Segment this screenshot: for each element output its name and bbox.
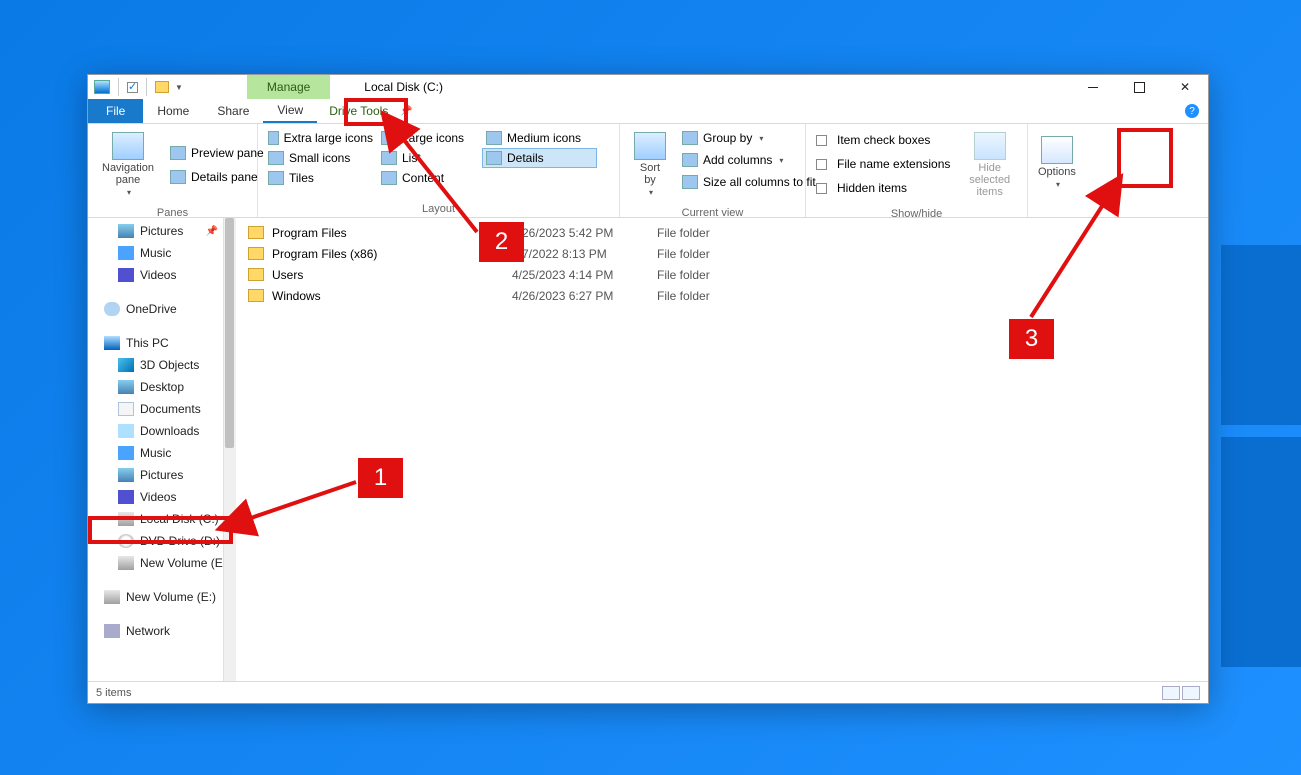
annotation-arrows [0, 0, 1301, 775]
